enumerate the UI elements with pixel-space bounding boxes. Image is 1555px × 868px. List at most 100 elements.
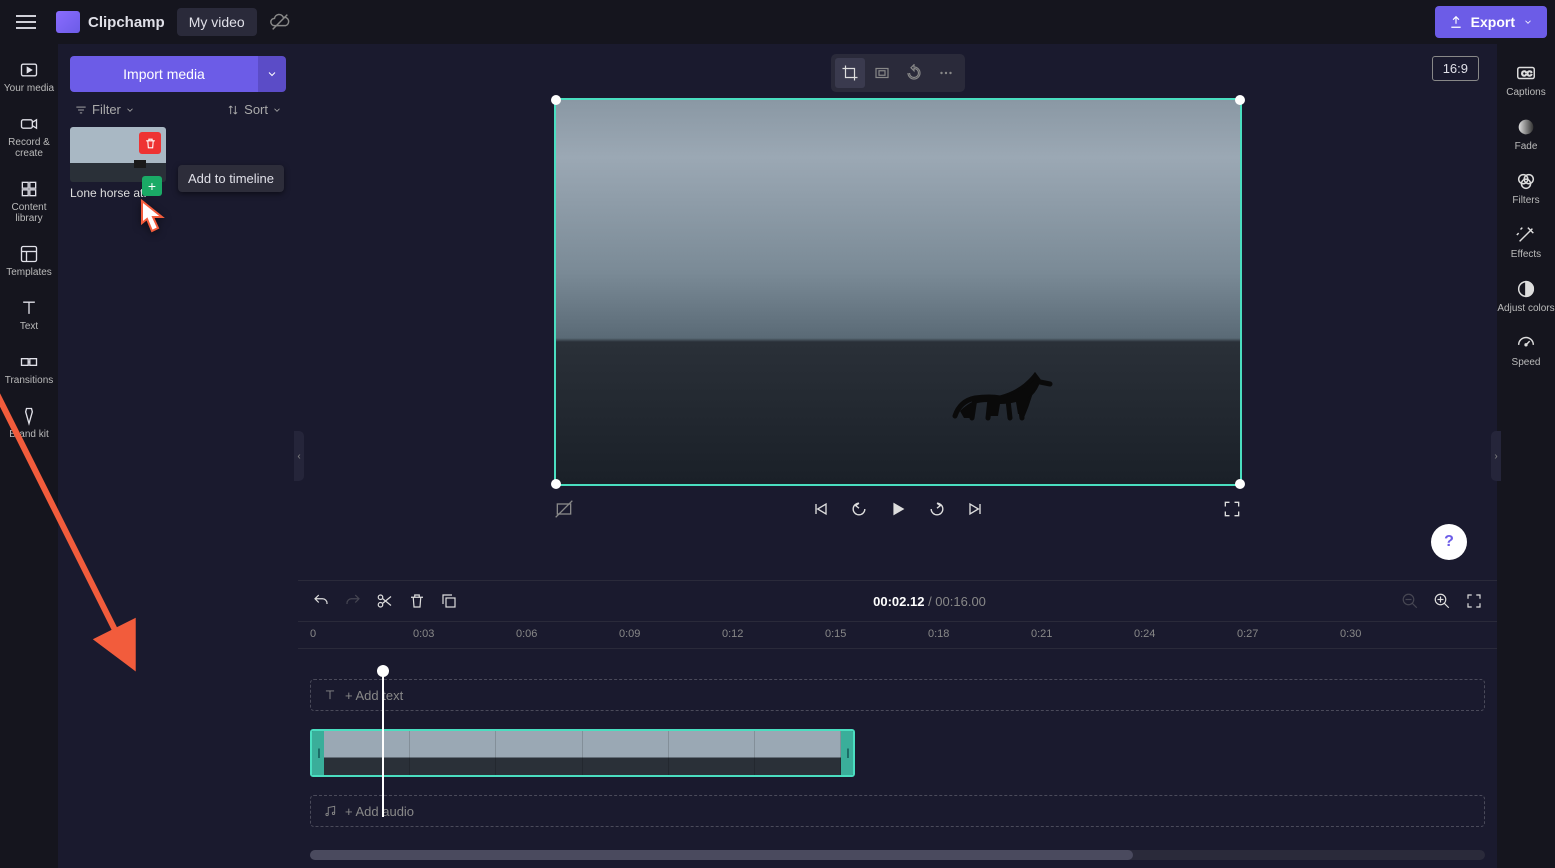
fullscreen-button[interactable] <box>1222 499 1242 519</box>
rewind-button[interactable] <box>849 499 869 519</box>
center-area: 16:9 ? <box>298 44 1497 868</box>
zoom-fit-button[interactable] <box>1465 592 1483 610</box>
hamburger-menu[interactable] <box>8 4 44 40</box>
rail-text[interactable]: Text <box>0 294 58 336</box>
captions-icon: CC <box>1515 62 1537 84</box>
timeline-toolbar: 00:02.12 / 00:16.00 <box>298 581 1497 621</box>
fade-icon <box>1515 116 1537 138</box>
crop-button[interactable] <box>835 58 865 88</box>
rail-label: Transitions <box>5 375 54 386</box>
chevron-down-icon <box>1523 17 1533 27</box>
rr-captions[interactable]: CC Captions <box>1506 62 1545 98</box>
filter-button[interactable]: Filter <box>74 102 135 117</box>
rr-effects[interactable]: Effects <box>1511 224 1541 260</box>
timeline-ruler[interactable]: 0 0:03 0:06 0:09 0:12 0:15 0:18 0:21 0:2… <box>298 621 1497 649</box>
brand-icon <box>19 406 39 426</box>
split-button[interactable] <box>376 592 394 610</box>
transitions-icon <box>19 352 39 372</box>
scrollbar-thumb[interactable] <box>310 850 1133 860</box>
playhead[interactable] <box>382 667 384 817</box>
templates-icon <box>19 244 39 264</box>
rail-label: Your media <box>4 83 54 94</box>
rotate-button[interactable] <box>899 58 929 88</box>
logo-icon <box>56 11 80 33</box>
skip-back-button[interactable] <box>811 499 831 519</box>
add-to-timeline-button[interactable]: + <box>142 176 162 196</box>
horse-silhouette <box>940 356 1060 436</box>
chevron-down-icon <box>125 105 135 115</box>
delete-clip-button[interactable] <box>408 592 426 610</box>
ruler-tick: 0:21 <box>1031 628 1052 640</box>
rr-filters[interactable]: Filters <box>1512 170 1539 206</box>
resize-handle-tr[interactable] <box>1235 95 1245 105</box>
skip-back-icon <box>811 499 831 519</box>
aspect-ratio-button[interactable]: 16:9 <box>1432 56 1479 81</box>
ruler-tick: 0:06 <box>516 628 537 640</box>
undo-button[interactable] <box>312 592 330 610</box>
redo-icon <box>344 592 362 610</box>
sort-icon <box>226 103 240 117</box>
export-button[interactable]: Export <box>1435 6 1547 38</box>
rail-brand-kit[interactable]: Brand kit <box>0 402 58 444</box>
import-media-button[interactable]: Import media <box>70 56 258 92</box>
rewind-icon <box>849 499 869 519</box>
scissors-icon <box>376 592 394 610</box>
text-icon <box>19 298 39 318</box>
total-time: 00:16.00 <box>935 594 986 609</box>
camera-icon <box>19 114 39 134</box>
rail-label: Content library <box>2 202 56 224</box>
resize-handle-br[interactable] <box>1235 479 1245 489</box>
collapse-right-rail[interactable]: › <box>1491 431 1501 481</box>
rr-adjust-colors[interactable]: Adjust colors <box>1497 278 1554 314</box>
cloud-sync-icon[interactable] <box>269 11 291 33</box>
video-preview[interactable] <box>554 98 1242 486</box>
timeline-scrollbar[interactable] <box>310 850 1485 860</box>
timeline-timecode: 00:02.12 / 00:16.00 <box>873 594 986 609</box>
ruler-tick: 0:15 <box>825 628 846 640</box>
import-media-dropdown[interactable] <box>258 56 286 92</box>
media-item[interactable]: + Lone horse at. Add to timeline <box>70 127 166 200</box>
resize-handle-tl[interactable] <box>551 95 561 105</box>
zoom-in-button[interactable] <box>1433 592 1451 610</box>
rail-your-media[interactable]: Your media <box>0 56 58 98</box>
library-icon <box>19 179 39 199</box>
rr-fade[interactable]: Fade <box>1515 116 1538 152</box>
zoom-out-button[interactable] <box>1401 592 1419 610</box>
rail-transitions[interactable]: Transitions <box>0 348 58 390</box>
project-title[interactable]: My video <box>177 8 257 36</box>
adjust-icon <box>1515 278 1537 300</box>
skip-forward-icon <box>965 499 985 519</box>
media-icon <box>19 60 39 80</box>
rail-templates[interactable]: Templates <box>0 240 58 282</box>
skip-forward-button[interactable] <box>965 499 985 519</box>
fit-button[interactable] <box>867 58 897 88</box>
svg-text:CC: CC <box>1521 69 1532 78</box>
redo-button[interactable] <box>344 592 362 610</box>
detach-audio-button[interactable] <box>554 499 574 519</box>
export-label: Export <box>1471 14 1515 30</box>
current-time: 00:02.12 <box>873 594 924 609</box>
video-track[interactable]: || || <box>310 729 1485 777</box>
rail-record-create[interactable]: Record & create <box>0 110 58 163</box>
play-button[interactable] <box>887 498 909 520</box>
sort-button[interactable]: Sort <box>226 102 282 117</box>
add-text-track[interactable]: + Add text <box>310 679 1485 711</box>
forward-icon <box>927 499 947 519</box>
app-logo[interactable]: Clipchamp <box>56 11 165 33</box>
more-button[interactable] <box>931 58 961 88</box>
help-button[interactable]: ? <box>1431 524 1467 560</box>
crop-icon <box>841 64 859 82</box>
duplicate-button[interactable] <box>440 592 458 610</box>
clip-trim-right[interactable]: || <box>841 731 853 775</box>
rr-speed[interactable]: Speed <box>1512 332 1541 368</box>
forward-button[interactable] <box>927 499 947 519</box>
rail-content-library[interactable]: Content library <box>0 175 58 228</box>
delete-media-button[interactable] <box>139 132 161 154</box>
video-clip[interactable]: || || <box>310 729 855 777</box>
effects-icon <box>1515 224 1537 246</box>
add-audio-track[interactable]: + Add audio <box>310 795 1485 827</box>
clip-trim-left[interactable]: || <box>312 731 324 775</box>
resize-handle-bl[interactable] <box>551 479 561 489</box>
speed-icon <box>1515 332 1537 354</box>
fullscreen-icon <box>1222 499 1242 519</box>
